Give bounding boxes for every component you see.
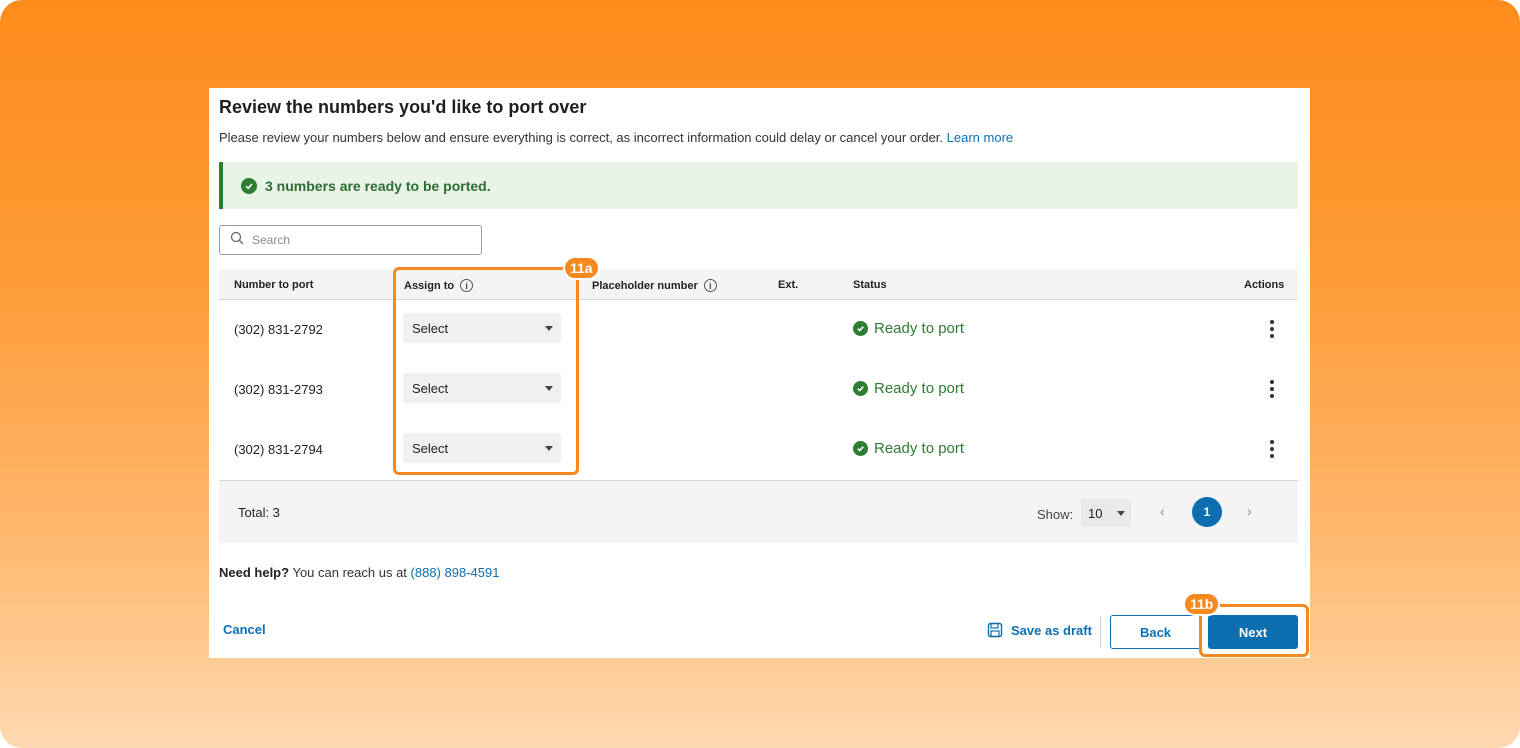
divider (1100, 616, 1101, 648)
caret-down-icon (1117, 511, 1125, 516)
annotation-badge-b: 11b (1183, 592, 1221, 616)
more-actions-icon[interactable] (1267, 318, 1277, 340)
subtitle-text: Please review your numbers below and ens… (219, 130, 944, 145)
table-footer: Total: 3 Show: 10 ‹ 1 › (219, 480, 1298, 543)
annotation-highlight-a (393, 267, 579, 475)
back-button[interactable]: Back (1110, 615, 1201, 649)
header-status: Status (853, 279, 887, 291)
status-text: Ready to port (874, 380, 965, 397)
page-subtitle: Please review your numbers below and ens… (219, 130, 1013, 145)
status-text: Ready to port (874, 440, 965, 457)
status-cell: Ready to port (853, 440, 964, 457)
status-cell: Ready to port (853, 320, 964, 337)
check-circle-icon (853, 441, 868, 456)
phone-number: (302) 831-2793 (234, 382, 323, 397)
learn-more-link[interactable]: Learn more (947, 130, 1013, 145)
annotation-badge-a: 11a (563, 256, 600, 280)
help-body: You can reach us at (292, 565, 407, 580)
banner-text: 3 numbers are ready to be ported. (265, 177, 491, 194)
help-text: Need help? You can reach us at (888) 898… (219, 565, 499, 580)
info-icon[interactable]: i (703, 279, 717, 292)
port-review-card: Review the numbers you'd like to port ov… (209, 88, 1310, 658)
check-circle-icon (241, 177, 257, 194)
status-cell: Ready to port (853, 380, 964, 397)
page-button-current[interactable]: 1 (1192, 497, 1222, 527)
show-label: Show: (1037, 507, 1074, 522)
phone-number: (302) 831-2792 (234, 322, 323, 337)
help-bold: Need help? (219, 565, 290, 580)
page-size-value: 10 (1088, 506, 1103, 521)
table-row: (302) 831-2794 Select Ready to port (219, 420, 1298, 480)
table-row: (302) 831-2792 Select Ready to port (219, 300, 1298, 360)
search-input[interactable]: Search (219, 225, 482, 255)
chevron-left-icon[interactable]: ‹ (1160, 503, 1165, 519)
success-banner: 3 numbers are ready to be ported. (219, 162, 1298, 209)
page-title: Review the numbers you'd like to port ov… (219, 97, 587, 117)
search-placeholder: Search (252, 233, 291, 247)
header-actions: Actions (1244, 279, 1285, 291)
cancel-button[interactable]: Cancel (223, 622, 266, 637)
header-number: Number to port (234, 279, 314, 291)
check-circle-icon (853, 321, 868, 336)
save-icon (987, 622, 1003, 638)
background: Review the numbers you'd like to port ov… (0, 0, 1520, 748)
page-size-select[interactable]: 10 (1081, 499, 1131, 527)
total-count: Total: 3 (238, 505, 280, 520)
more-actions-icon[interactable] (1267, 438, 1277, 460)
check-circle-icon (853, 381, 868, 396)
header-placeholder: Placeholder number i (592, 279, 717, 292)
header-ext: Ext. (778, 279, 799, 291)
search-icon (230, 231, 244, 250)
phone-number: (302) 831-2794 (234, 442, 323, 457)
table-row: (302) 831-2793 Select Ready to port (219, 360, 1298, 420)
chevron-right-icon[interactable]: › (1247, 503, 1252, 519)
save-draft-label: Save as draft (1011, 622, 1092, 638)
help-phone-link[interactable]: (888) 898-4591 (411, 565, 500, 580)
more-actions-icon[interactable] (1267, 378, 1277, 400)
save-draft-button[interactable]: Save as draft (987, 622, 1092, 638)
table-header: Number to port Assign to i Placeholder n… (219, 270, 1298, 300)
status-text: Ready to port (874, 320, 965, 337)
